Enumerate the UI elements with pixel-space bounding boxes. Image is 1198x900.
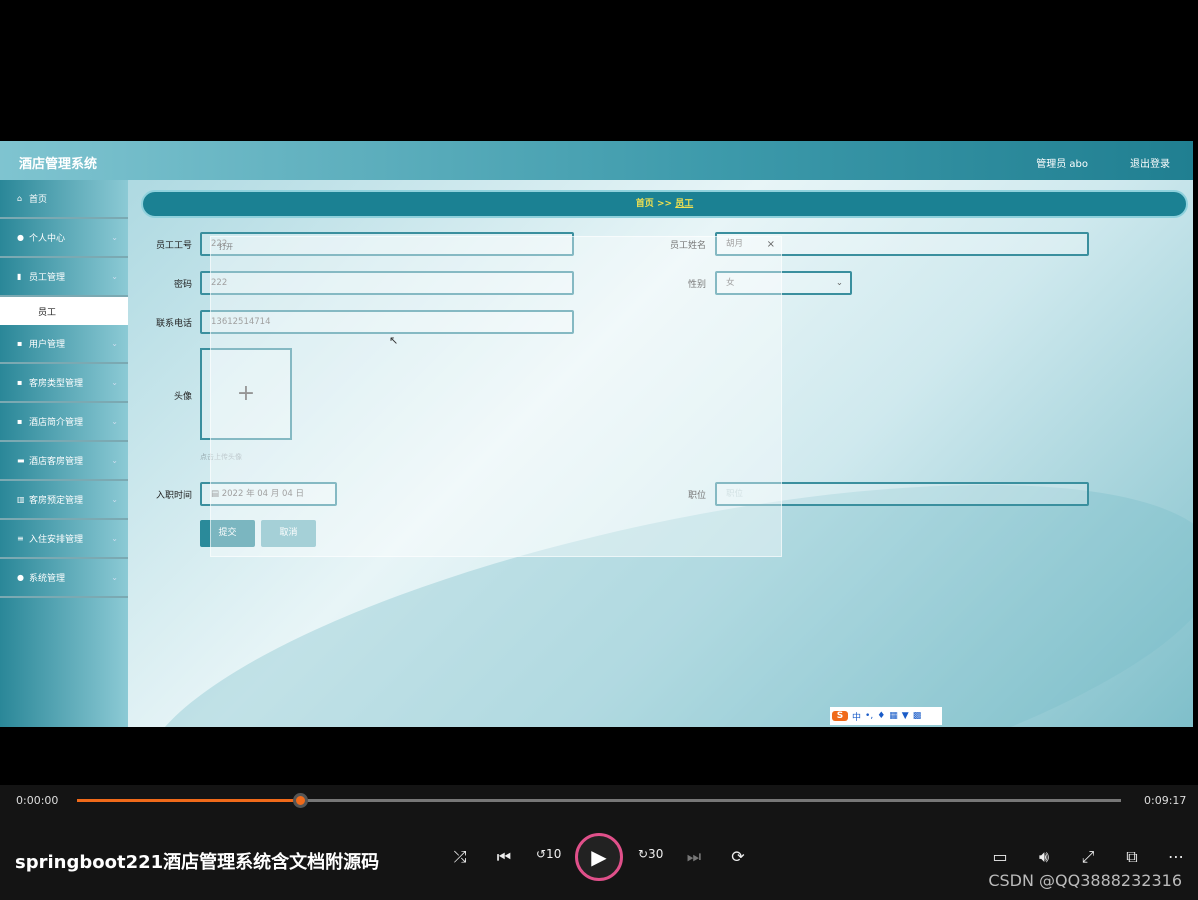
volume-icon[interactable]: 🔊︎ <box>1032 847 1056 867</box>
video-title: springboot221酒店管理系统含文档附源码 <box>15 852 380 873</box>
punctuation-icon[interactable]: •, <box>865 711 873 721</box>
seek-bar-fill <box>77 799 301 802</box>
password-label: 密码 <box>173 280 192 290</box>
next-icon[interactable]: ⏭ <box>682 847 706 867</box>
user-icon: ● <box>17 573 24 582</box>
sidebar-item[interactable]: ▬ 酒店客房管理 ⌄ <box>0 442 128 481</box>
sidebar-item-label: 入住安排管理 <box>29 535 84 545</box>
chevron-down-icon: ⌄ <box>835 278 843 288</box>
microphone-icon[interactable]: ♦ <box>877 711 885 721</box>
chart-icon: ▥ <box>17 495 25 504</box>
sidebar-item-label: 用户管理 <box>29 340 66 350</box>
sidebar-item[interactable]: ⌂ 首页 <box>0 180 128 219</box>
toolbox-icon[interactable]: ▩ <box>913 711 922 721</box>
breadcrumb-separator: >> <box>656 199 673 209</box>
rewind-10-icon[interactable]: ↺10 <box>536 847 561 861</box>
avatar-label: 头像 <box>173 392 192 402</box>
user-icon: ● <box>17 233 24 242</box>
seek-handle[interactable] <box>293 793 309 808</box>
employee-id-label: 员工工号 <box>155 241 192 251</box>
autocomplete-popup-overlay: 打开 × <box>210 236 782 557</box>
total-time: 0:09:17 <box>1144 794 1187 807</box>
close-icon[interactable]: × <box>767 239 775 250</box>
watermark: CSDN @QQ3888232316 <box>988 871 1182 890</box>
shuffle-icon[interactable]: ⤮ <box>448 847 472 867</box>
app-title: 酒店管理系统 <box>19 157 98 172</box>
forward-30-icon[interactable]: ↻30 <box>638 847 663 861</box>
phone-label: 联系电话 <box>155 319 192 329</box>
chevron-down-icon: ⌄ <box>111 573 118 582</box>
more-icon[interactable]: ⋯ <box>1164 847 1188 866</box>
home-icon: ⌂ <box>17 194 23 203</box>
sliders-icon: ≡ <box>17 534 24 543</box>
play-icon: ▶ <box>591 845 607 869</box>
sidebar-item[interactable]: ≡ 入住安排管理 ⌄ <box>0 520 128 559</box>
subtitles-icon[interactable]: ▭ <box>988 847 1012 866</box>
play-button[interactable]: ▶ <box>575 833 623 881</box>
fullscreen-icon[interactable]: ⤢ <box>1076 847 1100 867</box>
mini-player-icon[interactable]: ⧉ <box>1120 847 1144 867</box>
grid-icon: ▪ <box>17 417 23 426</box>
skin-icon[interactable]: ▼ <box>902 711 909 721</box>
chevron-down-icon: ⌄ <box>111 233 118 242</box>
sidebar-item[interactable]: ▪ 用户管理 ⌄ <box>0 325 128 364</box>
chevron-down-icon: ⌄ <box>111 456 118 465</box>
chevron-down-icon: ⌄ <box>111 339 118 348</box>
breadcrumb-current: 员工 <box>675 199 694 209</box>
comment-icon: ▬ <box>17 456 25 465</box>
app-window: 酒店管理系统 管理员 abo 退出登录 ⌂ 首页 ● 个人中心 ⌄ ▮ 员工管理 ⌄ 员工 ▪ 用户… <box>0 141 1193 727</box>
sidebar-item-label: 客房预定管理 <box>29 496 84 506</box>
sidebar-item-label: 员工管理 <box>29 273 66 283</box>
sidebar-item[interactable]: ▥ 客房预定管理 ⌄ <box>0 481 128 520</box>
ime-toolbar: S 中 •, ♦ ▦ ▼ ▩ <box>830 707 942 725</box>
chevron-down-icon: ⌄ <box>111 272 118 281</box>
header: 酒店管理系统 管理员 abo 退出登录 <box>0 141 1193 180</box>
sogou-logo-icon: S <box>832 711 848 721</box>
book-icon: ▮ <box>17 272 22 281</box>
chevron-down-icon: ⌄ <box>111 378 118 387</box>
ime-language[interactable]: 中 <box>852 710 861 723</box>
breadcrumb-home[interactable]: 首页 <box>636 199 654 209</box>
sidebar-item-label: 酒店客房管理 <box>29 457 84 467</box>
sidebar-item-label: 首页 <box>29 195 48 205</box>
sidebar-subitem[interactable]: 员工 <box>0 297 128 325</box>
sidebar-item[interactable]: ● 系统管理 ⌄ <box>0 559 128 598</box>
keyboard-icon[interactable]: ▦ <box>889 711 898 721</box>
video-player-controls: 0:00:00 0:09:17 springboot221酒店管理系统含文档附源… <box>0 785 1198 900</box>
seek-bar[interactable] <box>77 793 1121 808</box>
logout-link[interactable]: 退出登录 <box>1130 155 1170 170</box>
grid-icon: ▪ <box>17 378 23 387</box>
chevron-down-icon: ⌄ <box>111 417 118 426</box>
sidebar-item-label: 系统管理 <box>29 574 66 584</box>
repeat-off-icon[interactable]: ⟳ <box>726 847 750 866</box>
mouse-cursor-icon: ↖ <box>389 334 399 347</box>
chevron-down-icon: ⌄ <box>111 534 118 543</box>
sidebar-item-label: 个人中心 <box>29 234 66 244</box>
sidebar-item-label: 酒店简介管理 <box>29 418 84 428</box>
breadcrumb: 首页 >> 员工 <box>141 190 1188 218</box>
grid-icon: ▪ <box>17 339 23 348</box>
sidebar-item[interactable]: ▮ 员工管理 ⌄ <box>0 258 128 297</box>
current-time: 0:00:00 <box>16 794 59 807</box>
sidebar-item-label: 客房类型管理 <box>29 379 84 389</box>
previous-icon[interactable]: ⏮ <box>492 847 516 867</box>
chevron-down-icon: ⌄ <box>111 495 118 504</box>
autocomplete-open[interactable]: 打开 <box>219 242 233 252</box>
current-user: 管理员 abo <box>1036 159 1088 170</box>
hire-date-label: 入职时间 <box>155 491 192 501</box>
sidebar-item[interactable]: ● 个人中心 ⌄ <box>0 219 128 258</box>
sidebar-item[interactable]: ▪ 客房类型管理 ⌄ <box>0 364 128 403</box>
sidebar: ⌂ 首页 ● 个人中心 ⌄ ▮ 员工管理 ⌄ 员工 ▪ 用户管理 ⌄ ▪ 客房类型管理 ⌄ ▪ 酒店简介管理 ⌄ ▬… <box>0 180 128 727</box>
sidebar-item[interactable]: ▪ 酒店简介管理 ⌄ <box>0 403 128 442</box>
